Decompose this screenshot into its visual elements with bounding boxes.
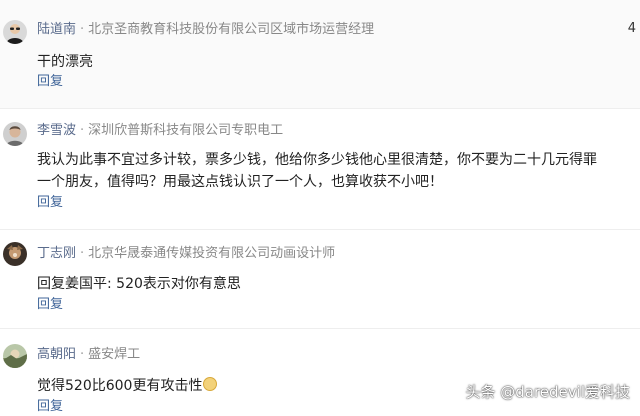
comment-item: 陆道南 · 北京圣商教育科技股份有限公司区域市场运营经理 4 干的漂亮 回复 [0, 0, 640, 108]
separator-dot: · [80, 246, 85, 261]
comment-text: 回复姜国平: 520表示对你有意思 [37, 276, 241, 292]
comment-author[interactable]: 高朝阳 [37, 347, 76, 362]
reply-button[interactable]: 回复 [37, 73, 63, 91]
separator-dot: · [80, 347, 85, 362]
comment-author[interactable]: 陆道南 [37, 22, 76, 37]
emoji-icon [203, 377, 218, 391]
like-count: 4 [627, 21, 636, 36]
comment-text: 干的漂亮 [37, 54, 93, 70]
comment-author[interactable]: 李雪波 [37, 123, 76, 138]
avatar-image [3, 242, 27, 266]
avatar[interactable] [3, 20, 27, 44]
comment-org: 北京华晟泰通传媒投资有限公司动画设计师 [88, 246, 336, 261]
divider [0, 108, 640, 109]
comment-org: 深圳欣普斯科技有限公司专职电工 [88, 123, 284, 138]
avatar-image [3, 20, 27, 44]
reply-button[interactable]: 回复 [37, 296, 63, 314]
comment-item: 丁志刚 · 北京华晟泰通传媒投资有限公司动画设计师 回复姜国平: 520表示对你有意… [0, 232, 640, 324]
reply-button[interactable]: 回复 [37, 194, 63, 212]
avatar-image [3, 122, 27, 146]
separator-dot: · [80, 123, 85, 138]
comment-text: 我认为此事不宜过多计较，票多少钱，他给你多少钱他心里很清楚，你不要为二十几元得罪… [37, 152, 597, 190]
comment-author[interactable]: 丁志刚 [37, 246, 76, 261]
watermark: 头条 @daredevil爱科技 [465, 383, 630, 401]
divider [0, 229, 640, 230]
reply-button[interactable]: 回复 [37, 398, 63, 416]
avatar-image [3, 344, 27, 368]
comment-text-content: 觉得520比600更有攻击性 [37, 378, 203, 394]
comment-header: 丁志刚 · 北京华晟泰通传媒投资有限公司动画设计师 [37, 245, 335, 263]
comment-header: 高朝阳 · 盛安焊工 [37, 346, 140, 364]
comment-item: 李雪波 · 深圳欣普斯科技有限公司专职电工 我认为此事不宜过多计较，票多少钱，他给你… [0, 110, 640, 228]
comment-header: 李雪波 · 深圳欣普斯科技有限公司专职电工 [37, 122, 283, 140]
divider [0, 328, 640, 329]
avatar[interactable] [3, 242, 27, 266]
avatar[interactable] [3, 122, 27, 146]
separator-dot: · [80, 22, 85, 37]
comment-org: 北京圣商教育科技股份有限公司区域市场运营经理 [88, 22, 375, 37]
comment-header: 陆道南 · 北京圣商教育科技股份有限公司区域市场运营经理 [37, 21, 374, 39]
avatar[interactable] [3, 344, 27, 368]
comment-org: 盛安焊工 [88, 347, 141, 362]
